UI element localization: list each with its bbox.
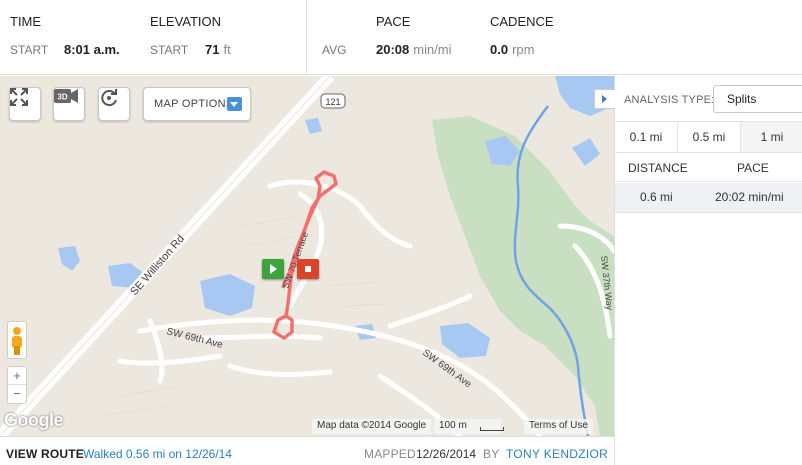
elevation-start-label: START	[150, 43, 189, 57]
analysis-panel: ANALYSIS TYPE: Splits 0.1 mi 0.5 mi 1 mi…	[594, 76, 802, 465]
rotate-button[interactable]	[98, 87, 130, 121]
route-start-marker[interactable]	[262, 259, 284, 279]
time-header: TIME	[10, 14, 42, 29]
time-start-value: 8:01 a.m.	[64, 42, 120, 57]
map-canvas[interactable]: 121 SE Williston Rd SW 69th Ave SW 69th …	[0, 76, 614, 436]
elevation-start-value: 71 ft	[205, 42, 231, 57]
table-row[interactable]: 0.6 mi 20:02 min/mi	[615, 183, 802, 213]
route-end-marker[interactable]	[297, 259, 319, 279]
zoom-control: + −	[7, 366, 27, 404]
rotate-icon	[101, 89, 117, 107]
tab-0-1-mi[interactable]: 0.1 mi	[615, 122, 678, 152]
scale-label: 100 m	[439, 420, 467, 431]
cadence-value: 0.0 rpm	[490, 42, 535, 57]
stats-divider	[306, 0, 307, 75]
cadence-header: CADENCE	[490, 14, 554, 29]
view-3d-button[interactable]: 3D	[53, 87, 85, 121]
column-distance: DISTANCE	[628, 161, 688, 175]
pace-header: PACE	[376, 14, 411, 29]
split-interval-tabs: 0.1 mi 0.5 mi 1 mi	[615, 121, 802, 153]
analysis-type-select[interactable]: Splits	[713, 85, 802, 113]
view-3d-label: 3D	[57, 93, 67, 102]
fullscreen-icon	[10, 88, 28, 106]
label-sw69-a: SW 69th Ave	[165, 326, 224, 351]
workout-stats-bar: TIME START 8:01 a.m. ELEVATION START 71 f…	[0, 0, 802, 75]
map-attribution: Map data ©2014 Google	[312, 419, 432, 434]
chevron-down-icon	[227, 97, 242, 111]
split-pace: 20:02 min/mi	[715, 190, 784, 204]
label-williston: SE Williston Rd	[128, 233, 187, 298]
pace-unit: min/mi	[413, 42, 452, 57]
mapped-date: 12/26/2014	[416, 447, 477, 461]
camera-icon: 3D	[54, 89, 78, 103]
elevation-header: ELEVATION	[150, 14, 222, 29]
route-map[interactable]: 121 SE Williston Rd SW 69th Ave SW 69th …	[0, 76, 614, 436]
scale-bar	[480, 427, 504, 431]
street-view-pegman[interactable]	[7, 321, 27, 359]
zoom-out-button[interactable]: −	[8, 385, 26, 403]
collapse-panel-button[interactable]	[594, 89, 615, 109]
terms-of-use-link[interactable]: Terms of Use	[524, 419, 593, 434]
time-start-label: START	[10, 43, 49, 57]
mapped-label: MAPPED	[364, 447, 416, 461]
pace-avg-value: 20:08 min/mi	[376, 42, 452, 57]
column-pace: PACE	[737, 161, 769, 175]
zoom-in-button[interactable]: +	[8, 367, 26, 385]
fullscreen-button[interactable]	[9, 87, 41, 121]
pegman-icon	[12, 327, 22, 355]
cadence-unit: rpm	[512, 42, 535, 57]
author-link[interactable]: TONY KENDZIOR	[506, 447, 608, 461]
google-logo: Google	[4, 410, 64, 430]
elevation-unit: ft	[223, 42, 231, 57]
tab-1-mi[interactable]: 1 mi	[741, 122, 802, 152]
splits-table-header: DISTANCE PACE	[615, 154, 802, 182]
walked-link[interactable]: Walked 0.56 mi on 12/26/14	[83, 447, 232, 461]
pace-avg-label: AVG	[322, 43, 347, 57]
analysis-type-label: ANALYSIS TYPE:	[624, 94, 715, 106]
map-options-label: MAP OPTIONS	[154, 98, 234, 110]
route-footer: VIEW ROUTE Walked 0.56 mi on 12/26/14 MA…	[0, 436, 614, 465]
view-route-label: VIEW ROUTE	[6, 447, 85, 461]
tab-0-5-mi[interactable]: 0.5 mi	[678, 122, 741, 152]
split-distance: 0.6 mi	[640, 190, 673, 204]
map-options-dropdown[interactable]: MAP OPTIONS	[143, 87, 251, 121]
by-label: BY	[483, 447, 500, 461]
parcel-lines	[99, 215, 431, 417]
road-shield-label: 121	[325, 97, 340, 107]
